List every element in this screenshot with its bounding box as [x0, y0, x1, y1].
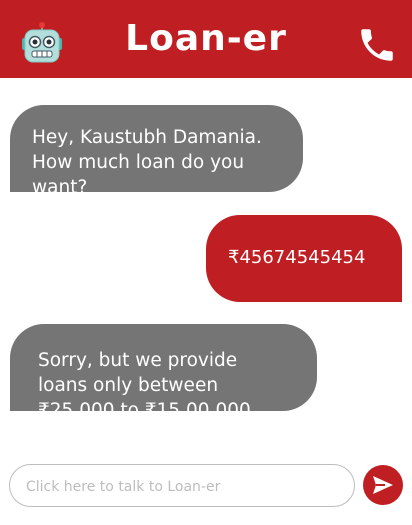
app-title: Loan-er [125, 18, 287, 59]
send-icon [373, 476, 393, 494]
message-input-container[interactable] [9, 464, 355, 507]
bot-message: Hey, Kaustubh Damania. How much loan do … [10, 105, 303, 198]
phone-icon[interactable] [356, 24, 398, 66]
chat-history: Hey, Kaustubh Damania. How much loan do … [0, 78, 412, 450]
bot-message: Sorry, but we provide loans only between… [10, 324, 317, 421]
app-header: Loan-er [0, 0, 412, 78]
message-input[interactable] [24, 475, 344, 499]
send-button[interactable] [363, 465, 403, 505]
user-message: ₹45674545454 [206, 215, 402, 302]
